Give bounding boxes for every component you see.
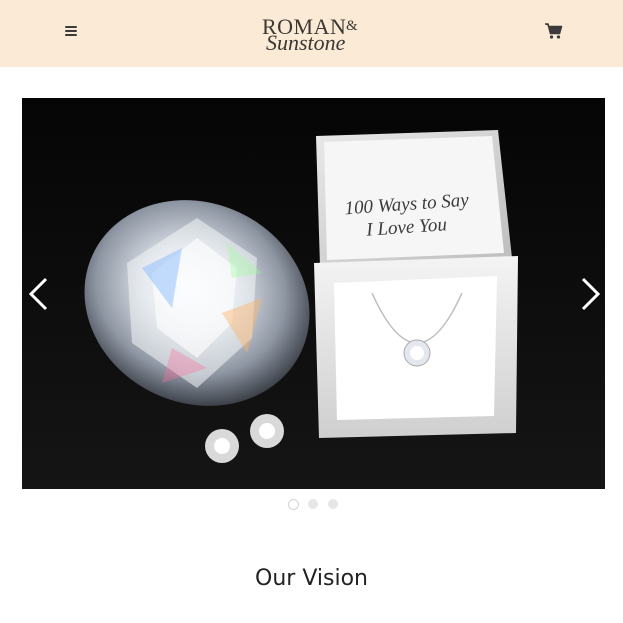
hamburger-menu-icon[interactable] (62, 22, 82, 40)
shopping-cart-icon[interactable] (544, 21, 564, 41)
logo-line-2: Sunstone (266, 30, 346, 55)
section-title: Our Vision (255, 566, 368, 591)
carousel-prev-button[interactable] (24, 276, 54, 312)
brand-logo[interactable]: ROMAN & Sunstone (262, 14, 366, 55)
site-header: ROMAN & Sunstone (0, 0, 623, 67)
chevron-left-icon (28, 277, 48, 311)
gift-box-graphic (314, 130, 518, 438)
carousel-dot-2[interactable] (308, 499, 318, 509)
chevron-right-icon (581, 277, 601, 311)
carousel-dot-3[interactable] (328, 499, 338, 509)
hero-carousel[interactable]: 100 Ways to Say I Love You (22, 98, 605, 489)
carousel-next-button[interactable] (575, 276, 605, 312)
hero-slide-image: 100 Ways to Say I Love You (22, 98, 605, 489)
carousel-pagination (287, 499, 347, 511)
carousel-dot-1[interactable] (288, 499, 299, 510)
logo-ampersand: & (346, 18, 358, 34)
